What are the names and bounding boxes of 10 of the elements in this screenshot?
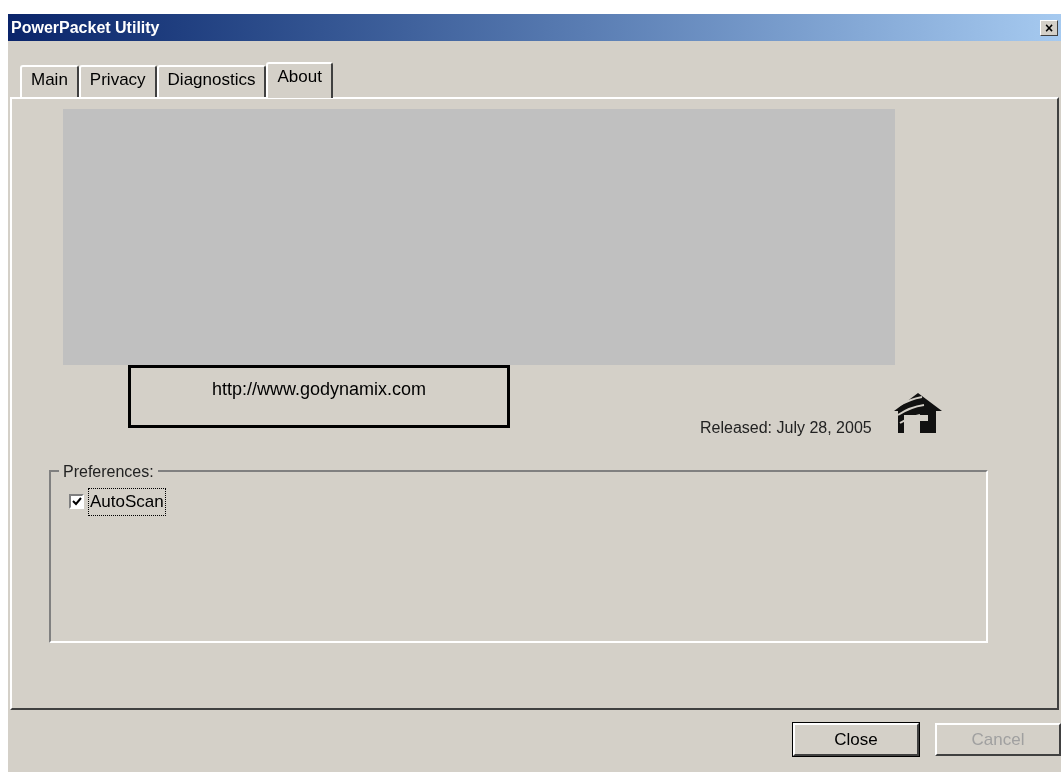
option-label: AutoScan (88, 488, 166, 516)
tab[interactable]: Diagnostics (156, 65, 267, 97)
release-date: Released: July 28, 2005 (700, 418, 872, 438)
checkbox[interactable] (69, 494, 84, 510)
window-title: PowerPacket Utility (11, 17, 160, 38)
tab[interactable]: About (266, 62, 333, 98)
tab[interactable]: Privacy (78, 65, 157, 97)
dialog-button[interactable]: Close (793, 723, 919, 756)
close-button[interactable]: × (1040, 19, 1058, 36)
tab[interactable]: Main (20, 65, 79, 97)
